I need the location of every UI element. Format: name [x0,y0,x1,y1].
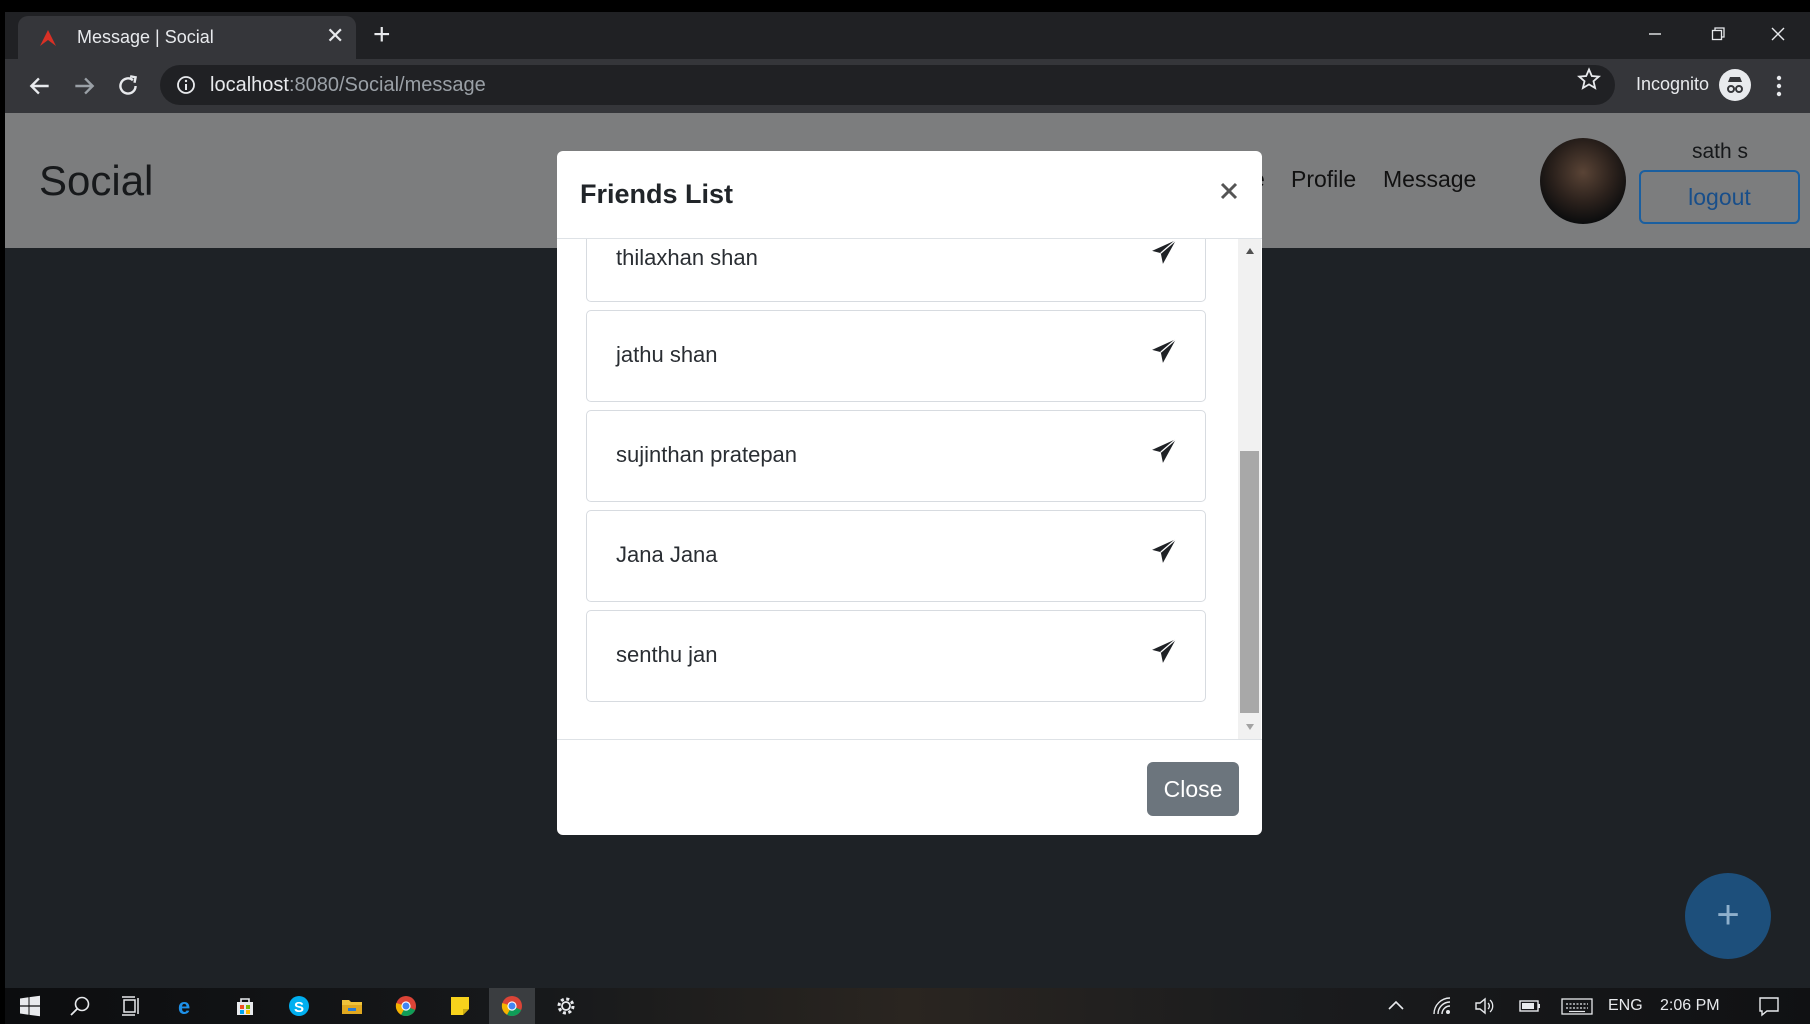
chrome-icon[interactable] [395,995,417,1017]
modal-header: Friends List [557,151,1262,239]
action-center-icon[interactable] [1758,995,1780,1017]
url-path: :8080/Social/message [288,74,486,96]
modal-footer: Close [557,739,1262,835]
friend-name: senthu jan [616,642,718,667]
chrome-active-icon[interactable] [501,995,523,1017]
back-arrow-icon[interactable] [27,73,53,99]
close-button[interactable]: Close [1147,762,1239,816]
friend-list-item[interactable]: Jana Jana [586,510,1206,602]
skype-icon[interactable]: S [288,995,310,1017]
send-paper-plane-icon[interactable] [1151,438,1177,464]
restore-window-button[interactable] [1693,18,1743,48]
battery-icon[interactable] [1519,995,1541,1017]
screen: Message | Social ✕ + localhost:8080/Soci… [5,12,1810,1024]
modal-scrollbar[interactable] [1238,239,1261,739]
url-host: localhost [210,74,289,96]
tab-title: Message | Social [77,27,214,47]
friend-name: thilaxhan shan [616,245,758,270]
settings-gear-icon[interactable] [555,995,577,1017]
username: sath s [1691,140,1749,163]
new-tab-button[interactable]: + [373,20,391,50]
send-paper-plane-icon[interactable] [1151,338,1177,364]
browser-tab[interactable]: Message | Social ✕ [18,16,356,59]
friend-name: jathu shan [616,342,718,367]
file-explorer-icon[interactable] [341,995,363,1017]
friends-list-modal: Friends List thilaxhan shan jathu shan s… [557,151,1262,835]
site-brand[interactable]: Social [39,157,153,205]
add-fab-button[interactable]: + [1685,873,1771,959]
volume-icon[interactable] [1473,995,1495,1017]
browser-toolbar: localhost:8080/Social/message Incognito [5,59,1810,113]
modal-body: thilaxhan shan jathu shan sujinthan prat… [557,239,1262,739]
close-window-button[interactable] [1753,18,1803,48]
sticky-notes-icon[interactable] [449,995,471,1017]
address-bar[interactable]: localhost:8080/Social/message [160,65,1615,105]
friend-list-item[interactable]: sujinthan pratepan [586,410,1206,502]
tab-close-icon[interactable]: ✕ [326,24,344,48]
incognito-glyph-icon [1727,77,1743,93]
info-icon[interactable] [176,75,196,95]
nav-link-profile[interactable]: Profile [1291,166,1356,193]
reload-icon[interactable] [115,73,141,99]
wifi-icon[interactable] [1431,995,1453,1017]
modal-title: Friends List [580,179,734,209]
incognito-label: Incognito [1636,74,1710,94]
minimize-window-button[interactable] [1630,18,1680,48]
friend-name: Jana Jana [616,542,718,567]
user-avatar[interactable] [1540,138,1626,224]
bookmark-star-icon[interactable] [1577,67,1601,91]
url-text: localhost:8080/Social/message [210,74,486,97]
friend-name: sujinthan pratepan [616,442,798,467]
social-favicon-icon [40,30,56,46]
close-window-icon [1771,27,1785,41]
restore-icon [1711,27,1725,41]
tray-chevron-up-icon[interactable] [1385,995,1407,1017]
modal-close-icon[interactable] [1217,179,1241,203]
minimize-icon [1649,33,1661,35]
logout-button[interactable]: logout [1639,170,1800,224]
friend-list-item[interactable]: jathu shan [586,310,1206,402]
task-view-icon[interactable] [121,995,143,1017]
windows-taskbar: e S ENG 2:06 PM [5,988,1810,1024]
friend-list-item[interactable]: thilaxhan shan [586,239,1206,302]
nav-link-message[interactable]: Message [1383,166,1476,193]
browser-tabstrip: Message | Social ✕ + [5,12,1810,59]
windows-start-icon[interactable] [19,995,41,1017]
keyboard-icon[interactable] [1561,995,1593,1017]
store-icon[interactable] [234,995,256,1017]
clock-time[interactable]: 2:06 PM [1660,997,1720,1015]
browser-menu-icon[interactable] [1775,74,1783,98]
edge-browser-icon[interactable]: e [175,995,197,1017]
scrollbar-thumb[interactable] [1240,451,1259,713]
send-paper-plane-icon[interactable] [1151,638,1177,664]
search-icon[interactable] [69,995,91,1017]
send-paper-plane-icon[interactable] [1151,538,1177,564]
incognito-icon[interactable] [1719,69,1751,101]
scroll-up-arrow-icon[interactable] [1245,247,1255,255]
svg-text:S: S [294,999,304,1016]
scroll-down-arrow-icon[interactable] [1245,723,1255,731]
friend-list-item[interactable]: senthu jan [586,610,1206,702]
svg-text:e: e [178,995,190,1017]
language-indicator[interactable]: ENG [1608,997,1643,1015]
forward-arrow-icon[interactable] [71,73,97,99]
send-paper-plane-icon[interactable] [1151,239,1177,265]
